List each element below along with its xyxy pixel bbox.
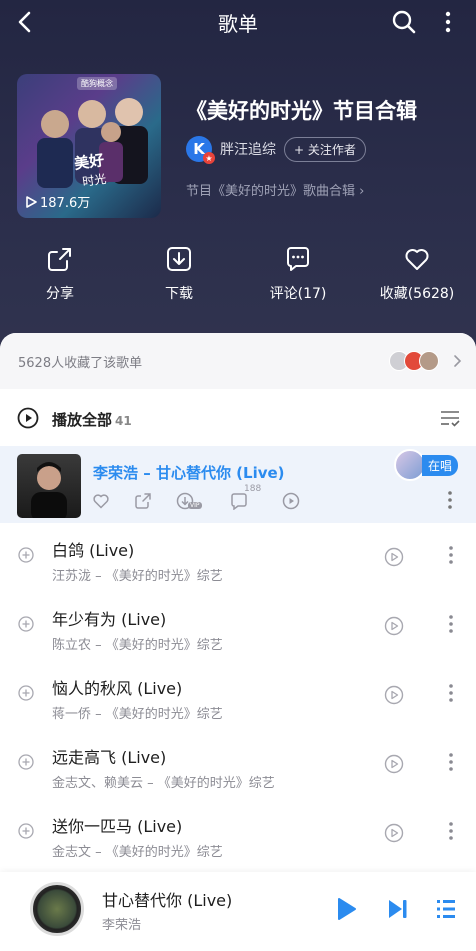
favorite-label: 收藏(5628): [379, 286, 455, 302]
more-vertical-icon[interactable]: [446, 614, 456, 634]
share-icon[interactable]: [134, 492, 152, 510]
song-title: 送你一匹马 (Live): [52, 817, 183, 836]
play-count-value: 187.6万: [40, 196, 91, 211]
comment-icon: [287, 247, 309, 271]
download-button[interactable]: 下载: [129, 245, 229, 303]
download-vip[interactable]: VIP: [176, 492, 206, 510]
chevron-right-icon: ›: [359, 184, 365, 199]
song-row[interactable]: 远走高飞 (Live) 金志文、赖美云 – 《美好的时光》综艺: [0, 730, 476, 799]
now-playing-song: 李荣浩 – 甘心替代你 (Live): [93, 464, 285, 482]
playlist-title: 《美好的时光》节目合辑: [186, 99, 417, 123]
share-icon: [48, 248, 71, 271]
more-vertical-icon[interactable]: [436, 8, 460, 36]
song-row[interactable]: 送你一匹马 (Live) 金志文 – 《美好的时光》综艺: [0, 799, 476, 868]
follow-author-button[interactable]: + 关注作者: [284, 136, 366, 162]
player-artist: 李荣浩: [102, 918, 142, 933]
add-circle-icon[interactable]: [18, 823, 34, 839]
song-row[interactable]: 恼人的秋风 (Live) 蒋一侨 – 《美好的时光》综艺: [0, 661, 476, 730]
singer-photo: [31, 462, 67, 518]
top-nav: 歌单: [0, 0, 476, 44]
collector-avatars: [389, 351, 439, 371]
mv-play-icon[interactable]: [384, 547, 404, 567]
comment-label: 评论(17): [269, 286, 327, 302]
heart-icon[interactable]: [92, 492, 110, 510]
song-row[interactable]: 白鸽 (Live) 汪苏泷 – 《美好的时光》综艺: [0, 523, 476, 592]
play-triangle-icon: [26, 195, 37, 208]
add-circle-icon[interactable]: [18, 754, 34, 770]
vip-badge: VIP: [188, 502, 202, 509]
song-subtitle: 金志文 – 《美好的时光》综艺: [52, 845, 223, 860]
play-all-label[interactable]: 播放全部 41: [52, 409, 132, 430]
download-icon: [167, 247, 191, 271]
mv-play-icon[interactable]: [384, 823, 404, 843]
author-avatar[interactable]: K ★: [186, 136, 215, 164]
more-vertical-icon[interactable]: [446, 683, 456, 703]
now-playing-row[interactable]: 李荣浩 – 甘心替代你 (Live) VIP 188 在唱: [0, 446, 476, 523]
more-vertical-icon[interactable]: [445, 490, 455, 510]
song-title: 恼人的秋风 (Live): [52, 679, 183, 698]
collectors-row[interactable]: 5628人收藏了该歌单: [0, 333, 476, 389]
chevron-right-icon: [454, 355, 462, 367]
mini-player[interactable]: 甘心替代你 (Live) 李荣浩: [0, 872, 476, 951]
more-vertical-icon[interactable]: [446, 752, 456, 772]
description-text: 节目《美好的时光》歌曲合辑: [186, 184, 356, 199]
comment-button[interactable]: 评论(17): [248, 245, 348, 303]
more-vertical-icon[interactable]: [446, 821, 456, 841]
now-playing-actions: VIP 188: [92, 484, 300, 511]
song-title: 远走高飞 (Live): [52, 748, 167, 767]
comment-count-value: 188: [244, 484, 262, 494]
favorite-button[interactable]: 收藏(5628): [367, 245, 467, 303]
song-subtitle: 金志文、赖美云 – 《美好的时光》综艺: [52, 776, 275, 791]
mv-play-icon[interactable]: [282, 492, 300, 510]
comment-count[interactable]: 188: [230, 484, 261, 511]
song-subtitle: 陈立农 – 《美好的时光》综艺: [52, 638, 223, 653]
collectors-text: 5628人收藏了该歌单: [18, 356, 143, 371]
download-label: 下载: [165, 286, 193, 302]
song-subtitle: 蒋一侨 – 《美好的时光》综艺: [52, 707, 223, 722]
search-icon[interactable]: [390, 8, 418, 36]
add-circle-icon[interactable]: [18, 547, 34, 563]
cover-brand-tag: 酷狗概念: [77, 77, 117, 90]
song-count: 41: [115, 414, 132, 428]
play-all-row[interactable]: 播放全部 41: [0, 395, 476, 441]
next-track-icon[interactable]: [386, 896, 410, 922]
add-circle-icon[interactable]: [18, 616, 34, 632]
play-all-text: 播放全部: [52, 411, 113, 429]
author-name[interactable]: 胖汪追综: [220, 139, 276, 159]
playlist-description[interactable]: 节目《美好的时光》歌曲合辑 ›: [186, 180, 364, 199]
svg-text:时光: 时光: [81, 172, 107, 189]
mv-play-icon[interactable]: [384, 685, 404, 705]
author-row[interactable]: K ★ 胖汪追综 + 关注作者: [186, 136, 366, 164]
song-list-sheet: 5628人收藏了该歌单 播放全部 41 李荣浩 – 甘心替代你 (Live) VI…: [0, 333, 476, 893]
share-button[interactable]: 分享: [10, 245, 110, 303]
song-title: 白鸽 (Live): [52, 541, 135, 560]
now-singing-chip: 在唱: [422, 454, 459, 476]
mv-play-icon[interactable]: [384, 754, 404, 774]
album-disc[interactable]: [30, 882, 84, 936]
heart-icon: [405, 249, 429, 270]
multi-select-icon[interactable]: [440, 409, 460, 427]
add-circle-icon[interactable]: [18, 685, 34, 701]
collector-avatar: [419, 351, 439, 371]
playlist-queue-icon[interactable]: [434, 896, 458, 922]
song-title: 年少有为 (Live): [52, 610, 167, 629]
playlist-header: 歌单 美好 时光 酷狗概念 187.6万 《美好的时光》节目合辑 K ★ 胖汪追…: [0, 0, 476, 370]
player-song-title: 甘心替代你 (Live): [102, 891, 233, 910]
mv-play-icon[interactable]: [384, 616, 404, 636]
play-icon[interactable]: [334, 896, 358, 922]
comment-icon: [231, 493, 247, 511]
playlist-cover[interactable]: 美好 时光 酷狗概念 187.6万: [17, 74, 161, 218]
play-circle-icon[interactable]: [17, 407, 39, 429]
song-subtitle: 汪苏泷 – 《美好的时光》综艺: [52, 569, 223, 584]
song-row[interactable]: 年少有为 (Live) 陈立农 – 《美好的时光》综艺: [0, 592, 476, 661]
action-bar: 分享 下载 评论(17) 收藏(5628): [0, 245, 476, 315]
now-singing-indicator[interactable]: 在唱: [394, 449, 459, 481]
share-label: 分享: [46, 286, 74, 302]
star-badge-icon: ★: [203, 152, 215, 164]
play-count: 187.6万: [25, 192, 90, 211]
now-playing-thumbnail: [17, 454, 81, 518]
more-vertical-icon[interactable]: [446, 545, 456, 565]
